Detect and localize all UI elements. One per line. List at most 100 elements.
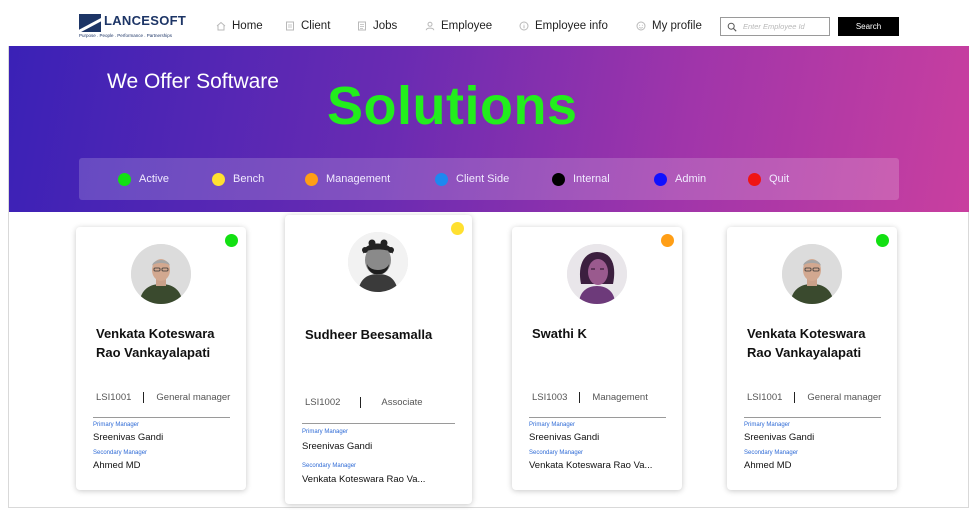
- profile-icon: [636, 21, 646, 31]
- card-divider: [93, 417, 230, 418]
- employee-name: Venkata Koteswara Rao Vankayalapati: [96, 326, 215, 360]
- secondary-manager-label: Secondary Manager: [529, 450, 584, 456]
- search-button[interactable]: Search: [838, 17, 899, 36]
- jobs-icon: [357, 21, 367, 31]
- status-dot-active: [876, 234, 889, 247]
- primary-manager-label: Primary Manager: [93, 422, 140, 428]
- logo-mark-icon: [79, 14, 101, 32]
- primary-manager-name: Sreenivas Gandi: [744, 432, 815, 443]
- legend-item-client-side[interactable]: Client Side: [435, 172, 509, 186]
- nav-home[interactable]: Home: [216, 18, 263, 34]
- legend-label: Quit: [769, 173, 790, 185]
- hero-banner: We Offer Software Solutions Active Bench…: [9, 46, 969, 212]
- status-dot-management: [661, 234, 674, 247]
- employee-name: Venkata Koteswara Rao Vankayalapati: [747, 326, 866, 360]
- primary-manager-name: Sreenivas Gandi: [93, 432, 164, 443]
- employee-name: Swathi K: [532, 326, 587, 341]
- legend-dot: [212, 172, 225, 186]
- employee-meta: LSI1002 Associate: [305, 397, 423, 408]
- primary-manager-label: Primary Manager: [302, 429, 349, 435]
- employee-card[interactable]: Venkata Koteswara Rao Vankayalapati LSI1…: [76, 227, 246, 490]
- employee-card[interactable]: Swathi K LSI1003 Management Primary Mana…: [512, 227, 682, 490]
- client-icon: [285, 21, 295, 31]
- legend-dot: [552, 172, 565, 186]
- employee-card[interactable]: Sudheer Beesamalla LSI1002 Associate Pri…: [285, 215, 472, 504]
- logo-text: LANCESOFT: [104, 13, 187, 28]
- primary-manager-label: Primary Manager: [744, 422, 791, 428]
- secondary-manager-name: Ahmed MD: [744, 460, 792, 471]
- employee-role: Management: [592, 392, 648, 403]
- logo-tagline: Purpose . People . Performance . Partner…: [79, 33, 173, 38]
- employee-meta: LSI1003 Management: [532, 392, 648, 403]
- secondary-manager-name: Venkata Koteswara Rao Va...: [529, 460, 653, 471]
- nav-client[interactable]: Client: [285, 18, 330, 34]
- legend-item-management[interactable]: Management: [305, 172, 390, 186]
- legend-item-bench[interactable]: Bench: [212, 172, 264, 186]
- legend-item-internal[interactable]: Internal: [552, 172, 610, 186]
- employee-name: Sudheer Beesamalla: [305, 327, 433, 342]
- legend-item-active[interactable]: Active: [118, 172, 169, 186]
- primary-manager-label: Primary Manager: [529, 422, 576, 428]
- legend-label: Admin: [675, 173, 707, 185]
- legend-label: Management: [326, 173, 391, 185]
- nav-employee-info-label: Employee info: [535, 20, 608, 32]
- legend-label: Internal: [573, 173, 610, 185]
- legend-dot: [654, 172, 667, 186]
- meta-separator: [360, 397, 362, 408]
- employee-meta: LSI1001 General manager: [747, 392, 881, 403]
- hero-subtitle: We Offer Software: [107, 70, 279, 93]
- employee-icon: [425, 21, 435, 31]
- meta-separator: [579, 392, 581, 403]
- avatar: [131, 244, 191, 304]
- employee-id: LSI1002: [305, 397, 341, 408]
- legend-label: Bench: [233, 173, 265, 185]
- employee-id-input[interactable]: [743, 22, 827, 31]
- nav-jobs[interactable]: Jobs: [357, 18, 397, 34]
- legend-item-quit[interactable]: Quit: [748, 172, 789, 186]
- nav-employee-info[interactable]: Employee info: [519, 18, 608, 34]
- legend-label: Active: [139, 173, 169, 185]
- secondary-manager-label: Secondary Manager: [744, 450, 799, 456]
- employee-card[interactable]: Venkata Koteswara Rao Vankayalapati LSI1…: [727, 227, 897, 490]
- nav-jobs-label: Jobs: [373, 20, 398, 32]
- employee-role: General manager: [807, 392, 882, 403]
- top-navbar: LANCESOFT Purpose . People . Performance…: [8, 0, 969, 46]
- legend-dot: [118, 172, 131, 186]
- meta-separator: [794, 392, 796, 403]
- secondary-manager-label: Secondary Manager: [93, 450, 148, 456]
- employee-role: Associate: [381, 397, 423, 408]
- status-dot-active: [225, 234, 238, 247]
- employee-id: LSI1001: [747, 392, 783, 403]
- hero-title: Solutions: [327, 76, 578, 136]
- nav-my-profile-label: My profile: [652, 20, 702, 32]
- legend-item-admin[interactable]: Admin: [654, 172, 706, 186]
- employee-meta: LSI1001 General manager: [96, 392, 230, 403]
- primary-manager-name: Sreenivas Gandi: [302, 441, 373, 452]
- legend-dot: [305, 172, 318, 186]
- employee-id: LSI1001: [96, 392, 132, 403]
- nav-employee[interactable]: Employee: [425, 18, 492, 34]
- secondary-manager-name: Ahmed MD: [93, 460, 141, 471]
- search-icon: [727, 22, 737, 32]
- card-divider: [302, 423, 455, 424]
- secondary-manager-label: Secondary Manager: [302, 463, 357, 469]
- legend-dot: [748, 172, 761, 186]
- employee-role: General manager: [156, 392, 231, 403]
- nav-my-profile[interactable]: My profile: [636, 18, 702, 34]
- meta-separator: [143, 392, 145, 403]
- nav-employee-label: Employee: [441, 20, 493, 32]
- nav-client-label: Client: [301, 20, 331, 32]
- card-divider: [744, 417, 881, 418]
- legend-label: Client Side: [456, 173, 510, 185]
- avatar: [782, 244, 842, 304]
- employee-id: LSI1003: [532, 392, 568, 403]
- avatar: [567, 244, 627, 304]
- nav-home-label: Home: [232, 20, 263, 32]
- status-legend: Active Bench Management Client Side Inte…: [79, 158, 899, 200]
- card-divider: [529, 417, 666, 418]
- employee-search-box[interactable]: [720, 17, 830, 36]
- home-icon: [216, 21, 226, 31]
- secondary-manager-name: Venkata Koteswara Rao Va...: [302, 474, 426, 485]
- lancesoft-logo[interactable]: LANCESOFT Purpose . People . Performance…: [79, 13, 189, 40]
- legend-dot: [435, 172, 448, 186]
